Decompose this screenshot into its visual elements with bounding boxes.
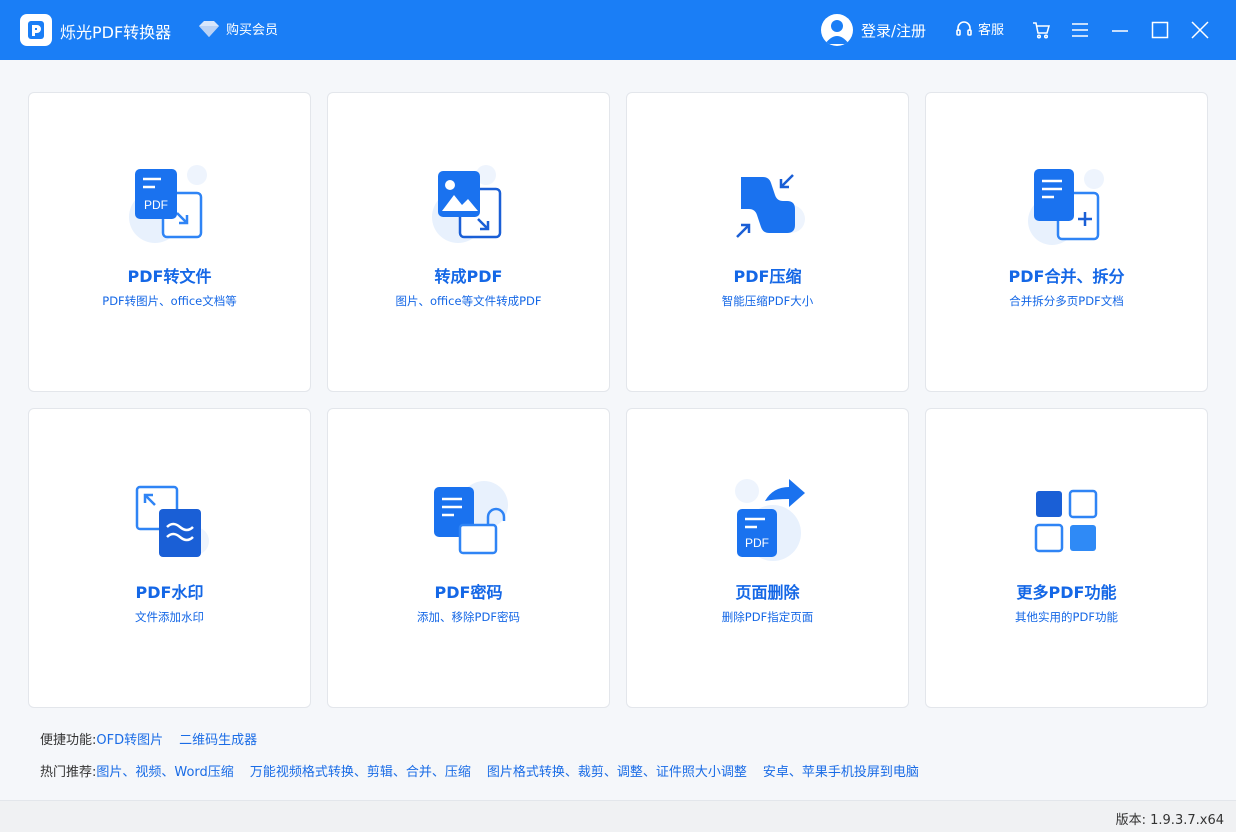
- card-title: PDF水印: [29, 579, 310, 603]
- card-desc: 图片、office等文件转成PDF: [328, 293, 609, 309]
- card-desc: 智能压缩PDF大小: [627, 293, 908, 309]
- buy-vip-label: 购买会员: [226, 19, 278, 38]
- pdf-logo-icon: [20, 14, 52, 46]
- card-desc: 删除PDF指定页面: [627, 609, 908, 625]
- title-bar: 烁光PDF转换器 购买会员 登录/注册 客服: [0, 0, 1236, 60]
- card-desc: 文件添加水印: [29, 609, 310, 625]
- cart-icon[interactable]: [1030, 19, 1052, 41]
- link-compress[interactable]: 图片、视频、Word压缩: [96, 761, 233, 780]
- card-title: PDF转文件: [29, 263, 310, 287]
- app-title: 烁光PDF转换器: [60, 19, 171, 43]
- card-desc: PDF转图片、office文档等: [29, 293, 310, 309]
- password-lock-icon: [424, 475, 514, 565]
- login-button[interactable]: 登录/注册: [821, 14, 926, 46]
- card-desc: 其他实用的PDF功能: [926, 609, 1207, 625]
- buy-vip-button[interactable]: 购买会员: [198, 19, 278, 38]
- card-pdf-to-file[interactable]: PDF PDF转文件 PDF转图片、office文档等: [28, 92, 311, 392]
- status-bar: 版本: 1.9.3.7.x64: [0, 800, 1236, 832]
- card-title: PDF合并、拆分: [926, 263, 1207, 287]
- page-delete-icon: PDF: [723, 475, 813, 565]
- link-ofd-to-image[interactable]: OFD转图片: [96, 729, 163, 748]
- card-pdf-watermark[interactable]: PDF水印 文件添加水印: [28, 408, 311, 708]
- card-pdf-merge-split[interactable]: PDF合并、拆分 合并拆分多页PDF文档: [925, 92, 1208, 392]
- compress-icon: [723, 159, 813, 249]
- hot-recommend: 热门推荐: 图片、视频、Word压缩 万能视频格式转换、剪辑、合并、压缩 图片格…: [40, 761, 935, 780]
- svg-text:PDF: PDF: [745, 536, 769, 550]
- link-image-convert[interactable]: 图片格式转换、裁剪、调整、证件照大小调整: [487, 761, 747, 780]
- support-label: 客服: [978, 19, 1004, 38]
- card-title: 更多PDF功能: [926, 579, 1207, 603]
- menu-icon[interactable]: [1069, 19, 1091, 41]
- svg-text:PDF: PDF: [144, 198, 168, 212]
- card-to-pdf[interactable]: 转成PDF 图片、office等文件转成PDF: [327, 92, 610, 392]
- card-desc: 添加、移除PDF密码: [328, 609, 609, 625]
- link-qrcode-generator[interactable]: 二维码生成器: [179, 729, 257, 748]
- headset-icon: [955, 20, 973, 38]
- link-video-convert[interactable]: 万能视频格式转换、剪辑、合并、压缩: [250, 761, 471, 780]
- card-title: PDF密码: [328, 579, 609, 603]
- quick-functions: 便捷功能: OFD转图片 二维码生成器: [40, 729, 273, 748]
- pdf-to-file-icon: PDF: [125, 159, 215, 249]
- image-to-pdf-icon: [424, 159, 514, 249]
- minimize-icon[interactable]: [1109, 19, 1131, 41]
- support-button[interactable]: 客服: [955, 19, 1004, 38]
- card-title: PDF压缩: [627, 263, 908, 287]
- card-pdf-password[interactable]: PDF密码 添加、移除PDF密码: [327, 408, 610, 708]
- card-desc: 合并拆分多页PDF文档: [926, 293, 1207, 309]
- card-pdf-compress[interactable]: PDF压缩 智能压缩PDF大小: [626, 92, 909, 392]
- diamond-icon: [198, 20, 220, 38]
- quick-label: 便捷功能:: [40, 729, 96, 748]
- watermark-icon: [125, 475, 215, 565]
- card-title: 转成PDF: [328, 263, 609, 287]
- login-label: 登录/注册: [861, 20, 926, 41]
- version-label: 版本: 1.9.3.7.x64: [1116, 809, 1224, 828]
- close-icon[interactable]: [1189, 19, 1211, 41]
- card-title: 页面删除: [627, 579, 908, 603]
- hot-label: 热门推荐:: [40, 761, 96, 780]
- card-page-delete[interactable]: PDF 页面删除 删除PDF指定页面: [626, 408, 909, 708]
- maximize-icon[interactable]: [1149, 19, 1171, 41]
- link-screen-mirror[interactable]: 安卓、苹果手机投屏到电脑: [763, 761, 919, 780]
- more-features-icon: [1022, 475, 1112, 565]
- merge-split-icon: [1022, 159, 1112, 249]
- user-avatar-icon: [821, 14, 853, 46]
- card-more-features[interactable]: 更多PDF功能 其他实用的PDF功能: [925, 408, 1208, 708]
